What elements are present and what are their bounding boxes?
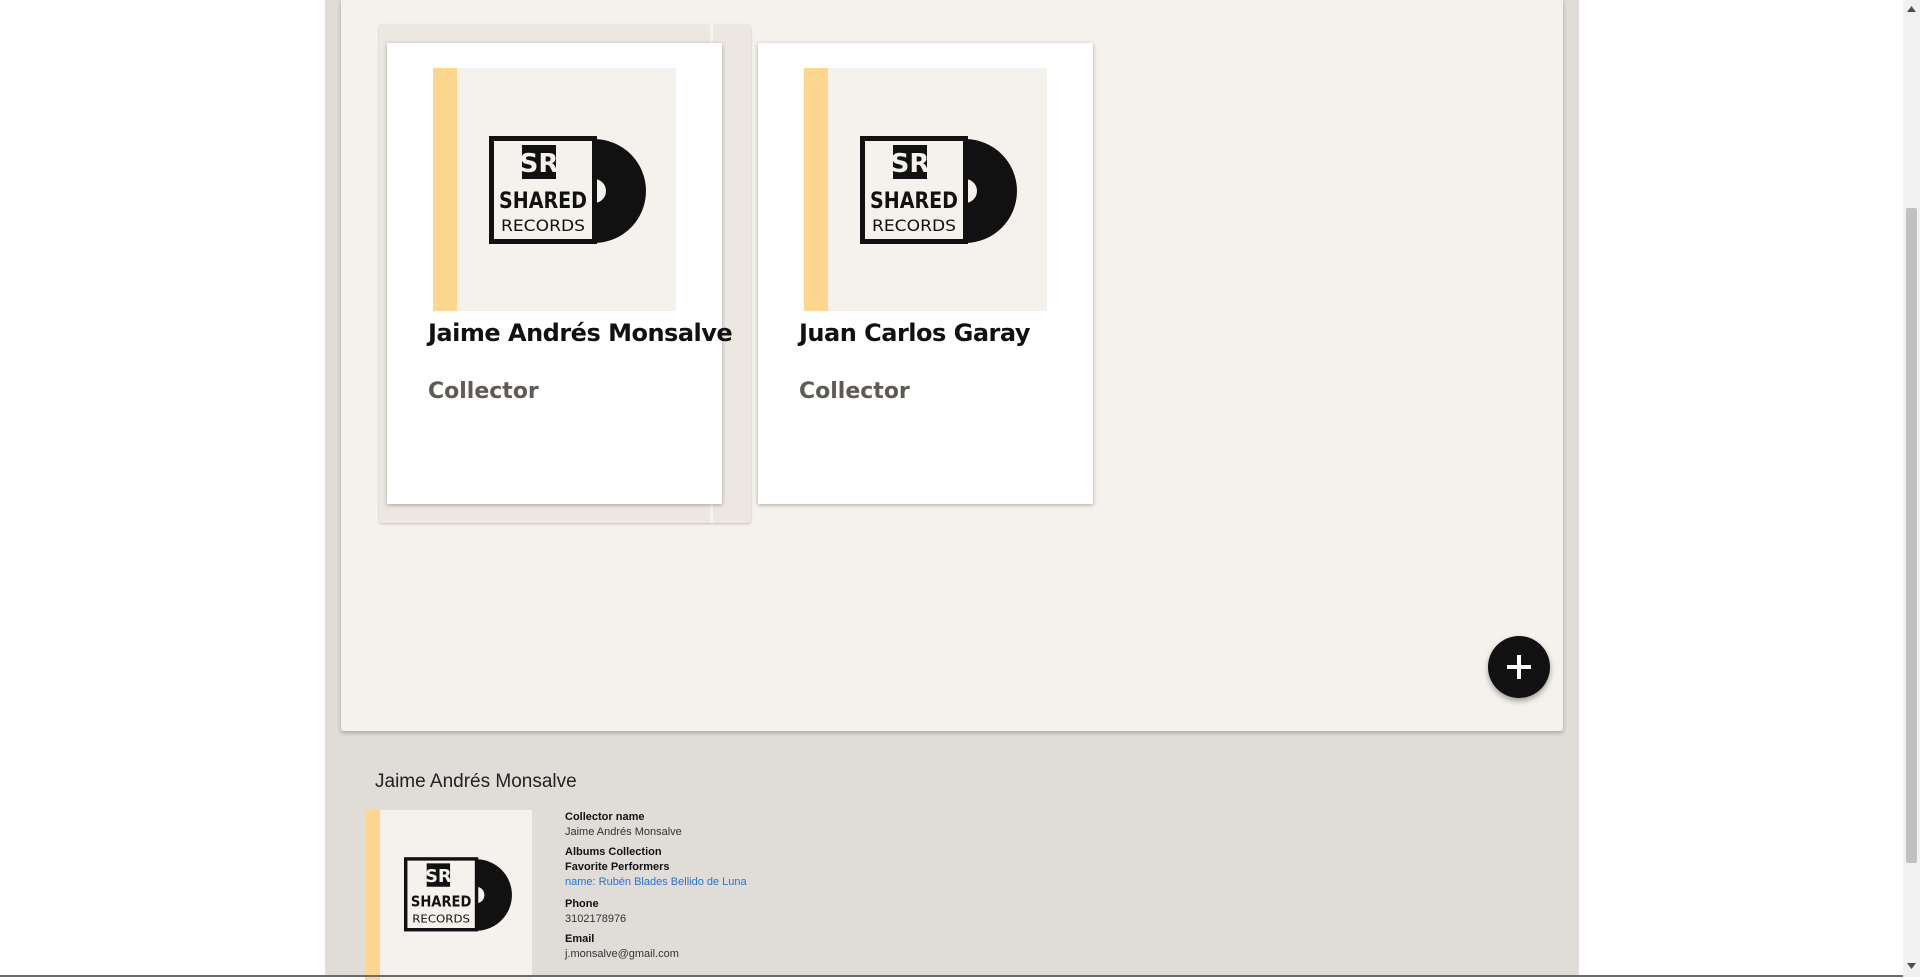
logo-text-top: SR [891,149,930,179]
plus-icon [1507,655,1531,679]
scrollbar-thumb[interactable] [1906,208,1917,863]
shared-records-logo-icon: SR SHARED RECORDS [489,136,646,244]
email-value: j.monsalve@gmail.com [565,948,679,960]
cover-stripe [804,68,828,311]
logo-text-mid: SHARED [499,189,587,214]
logo-text-bottom: RECORDS [412,913,470,926]
cover-stripe [365,810,380,980]
shared-records-logo-icon: SR SHARED RECORDS [404,857,512,932]
detail-cover: SR SHARED RECORDS [365,810,532,980]
collector-card[interactable]: SR SHARED RECORDS Jaime Andrés Monsalve … [387,43,733,504]
collector-name[interactable]: Juan Carlos Garay [799,319,1089,347]
performer-link[interactable]: name: Rubén Blades Bellido de Luna [565,876,747,888]
collector-cover: SR SHARED RECORDS [804,68,1047,311]
collector-list-panel: SR SHARED RECORDS Jaime Andrés Monsalve … [341,0,1563,731]
collector-card[interactable]: SR SHARED RECORDS Juan Carlos Garay Coll… [758,43,1093,504]
collector-name-value: Jaime Andrés Monsalve [565,826,682,838]
logo-text-mid: SHARED [870,189,958,214]
collector-cover: SR SHARED RECORDS [433,68,676,311]
phone-label: Phone [565,898,599,910]
logo-text-top: SR [425,866,452,887]
arrow-down-icon [1907,962,1916,969]
app-shell: SR SHARED RECORDS Jaime Andrés Monsalve … [325,0,1579,980]
email-label: Email [565,933,595,945]
arrow-up-icon [1907,5,1916,12]
add-collector-button[interactable] [1488,636,1550,698]
albums-collection-label: Albums Collection [565,846,662,858]
scroll-down-button[interactable] [1903,957,1920,974]
logo-text-bottom: RECORDS [501,216,585,235]
detail-title: Jaime Andrés Monsalve [375,771,577,792]
logo-text-mid: SHARED [411,893,472,911]
shared-records-logo-icon: SR SHARED RECORDS [860,136,1017,244]
scroll-up-button[interactable] [1903,0,1920,17]
phone-value: 3102178976 [565,913,627,925]
vertical-scrollbar[interactable] [1903,0,1920,977]
collector-role: Collector [799,379,910,404]
logo-text-bottom: RECORDS [872,216,956,235]
collector-name-label: Collector name [565,811,645,823]
favorite-performers-label: Favorite Performers [565,861,670,873]
cover-stripe [433,68,457,311]
logo-text-top: SR [520,149,559,179]
collector-name[interactable]: Jaime Andrés Monsalve [428,319,733,347]
collector-role: Collector [428,379,539,404]
